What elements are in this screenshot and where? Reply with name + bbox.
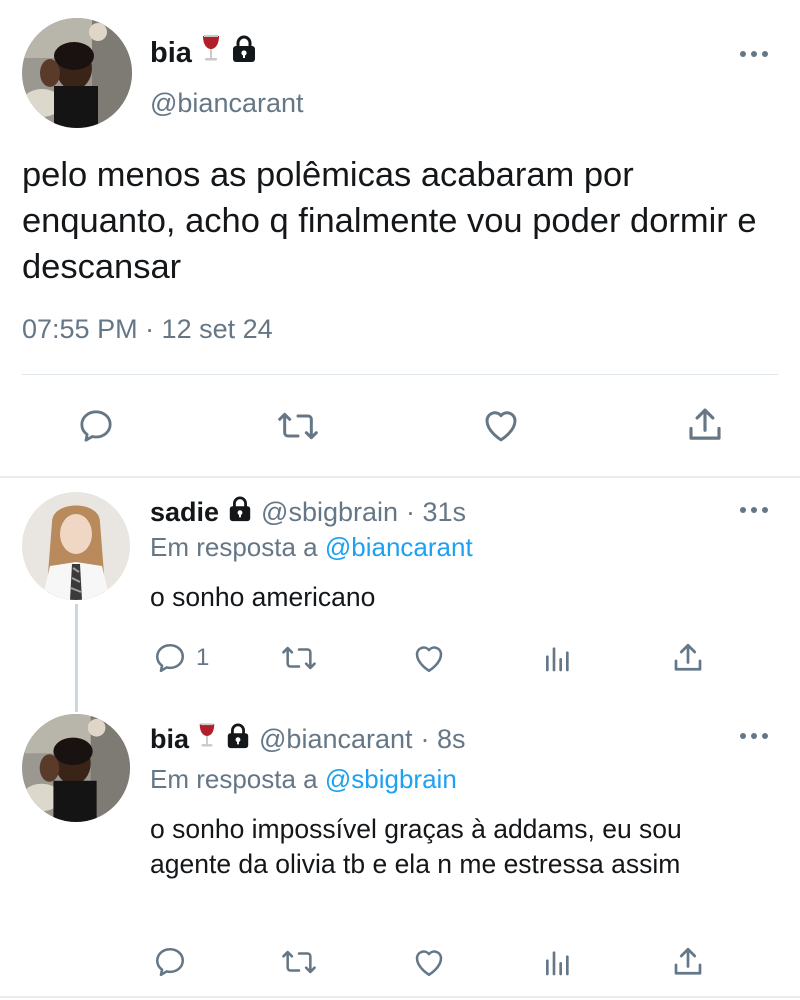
author-name: bia [150, 36, 192, 69]
share-icon [670, 944, 706, 980]
divider [0, 476, 800, 478]
tweet-text: pelo menos as polêmicas acabaram por enq… [22, 156, 757, 286]
analytics-button[interactable] [542, 946, 574, 978]
avatar[interactable] [22, 492, 130, 600]
divider [22, 374, 778, 375]
like-button[interactable] [411, 640, 447, 676]
author-handle[interactable]: @biancarant [259, 724, 413, 755]
analytics-button[interactable] [542, 642, 574, 674]
retweet-icon [280, 945, 318, 979]
retweet-icon [280, 641, 318, 675]
like-icon [480, 404, 522, 446]
share-button[interactable] [670, 944, 706, 980]
reply-icon [152, 640, 188, 676]
author-handle[interactable]: @sbigbrain [261, 497, 398, 528]
reply-button[interactable] [152, 944, 196, 980]
more-icon[interactable] [736, 724, 772, 748]
divider [0, 996, 800, 998]
lock-icon [227, 495, 253, 530]
reply-count: 1 [196, 644, 210, 671]
reply-header: sadie @sbigbrain · 31s [150, 495, 466, 530]
share-button[interactable] [684, 404, 726, 446]
tweet-timestamp[interactable]: 07:55 PM · 12 set 24 [22, 314, 273, 345]
retweet-button[interactable] [276, 406, 320, 446]
reply-button[interactable]: 1 [152, 640, 209, 676]
reply-icon [76, 406, 116, 446]
wine-glass-icon [197, 722, 217, 757]
replying-to-link[interactable]: @sbigbrain [325, 764, 457, 794]
reply-button[interactable] [76, 406, 116, 446]
like-icon [411, 640, 447, 676]
author-handle[interactable]: @biancarant [150, 88, 304, 119]
author-name[interactable]: bia [150, 724, 189, 755]
reply-text: o sonho americano [150, 582, 376, 612]
more-icon[interactable] [736, 498, 772, 522]
lock-icon [225, 722, 251, 757]
like-button[interactable] [411, 944, 447, 980]
replying-to-link[interactable]: @biancarant [325, 532, 473, 562]
share-icon [670, 640, 706, 676]
analytics-icon [542, 946, 574, 978]
like-icon [411, 944, 447, 980]
reply-header: bia @biancarant · 8s [150, 722, 466, 757]
author-name-row[interactable]: bia [150, 34, 258, 72]
replying-to: Em resposta a @sbigbrain [150, 764, 457, 795]
replying-to-label: Em resposta a [150, 764, 318, 794]
reply-time: · 31s [406, 497, 467, 527]
share-icon [684, 404, 726, 446]
more-icon[interactable] [736, 42, 772, 66]
retweet-button[interactable] [280, 945, 318, 979]
replying-to-label: Em resposta a [150, 532, 318, 562]
reply-time: · 8s [420, 724, 466, 754]
lock-icon [230, 34, 258, 72]
avatar[interactable] [22, 714, 130, 822]
reply-text: o sonho impossível graças à addams, eu s… [150, 814, 682, 879]
replying-to: Em resposta a @biancarant [150, 532, 473, 563]
retweet-icon [276, 406, 320, 446]
share-button[interactable] [670, 640, 706, 676]
avatar[interactable] [22, 18, 132, 128]
thread-line [75, 604, 78, 712]
reply-icon [152, 944, 188, 980]
author-name[interactable]: sadie [150, 497, 219, 528]
like-button[interactable] [480, 404, 522, 446]
analytics-icon [542, 642, 574, 674]
wine-glass-icon [200, 34, 222, 72]
retweet-button[interactable] [280, 641, 318, 675]
